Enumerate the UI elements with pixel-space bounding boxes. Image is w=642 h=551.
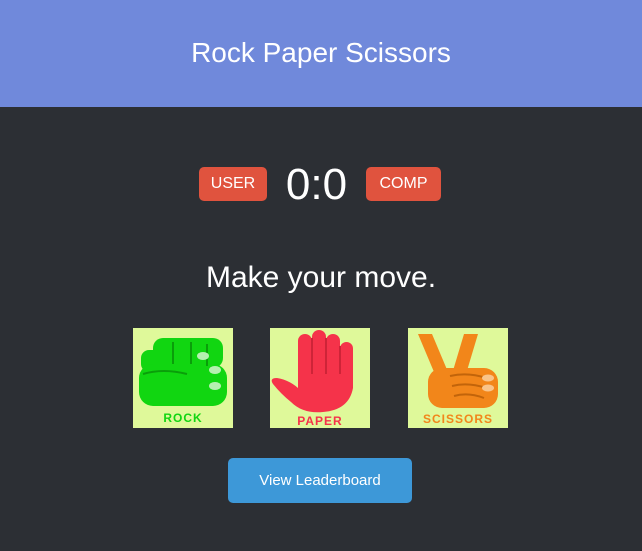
- scissors-choice-button[interactable]: SCISSORS: [408, 328, 508, 428]
- score-display: 0:0: [285, 160, 348, 209]
- move-prompt: Make your move.: [205, 261, 437, 294]
- comp-badge: COMP: [366, 167, 441, 201]
- rock-label: ROCK: [163, 411, 203, 425]
- view-leaderboard-button[interactable]: View Leaderboard: [228, 458, 412, 503]
- paper-label: PAPER: [297, 414, 343, 428]
- page-title: Rock Paper Scissors: [191, 36, 451, 68]
- user-badge: USER: [199, 167, 267, 201]
- open-hand-icon: [271, 330, 353, 413]
- paper-choice-button[interactable]: PAPER: [270, 328, 370, 428]
- rock-choice-button[interactable]: ROCK: [133, 328, 233, 428]
- scissors-label: SCISSORS: [422, 412, 493, 426]
- app-header: Rock Paper Scissors: [0, 0, 642, 107]
- scoreboard: USER 0:0 COMP: [0, 157, 642, 213]
